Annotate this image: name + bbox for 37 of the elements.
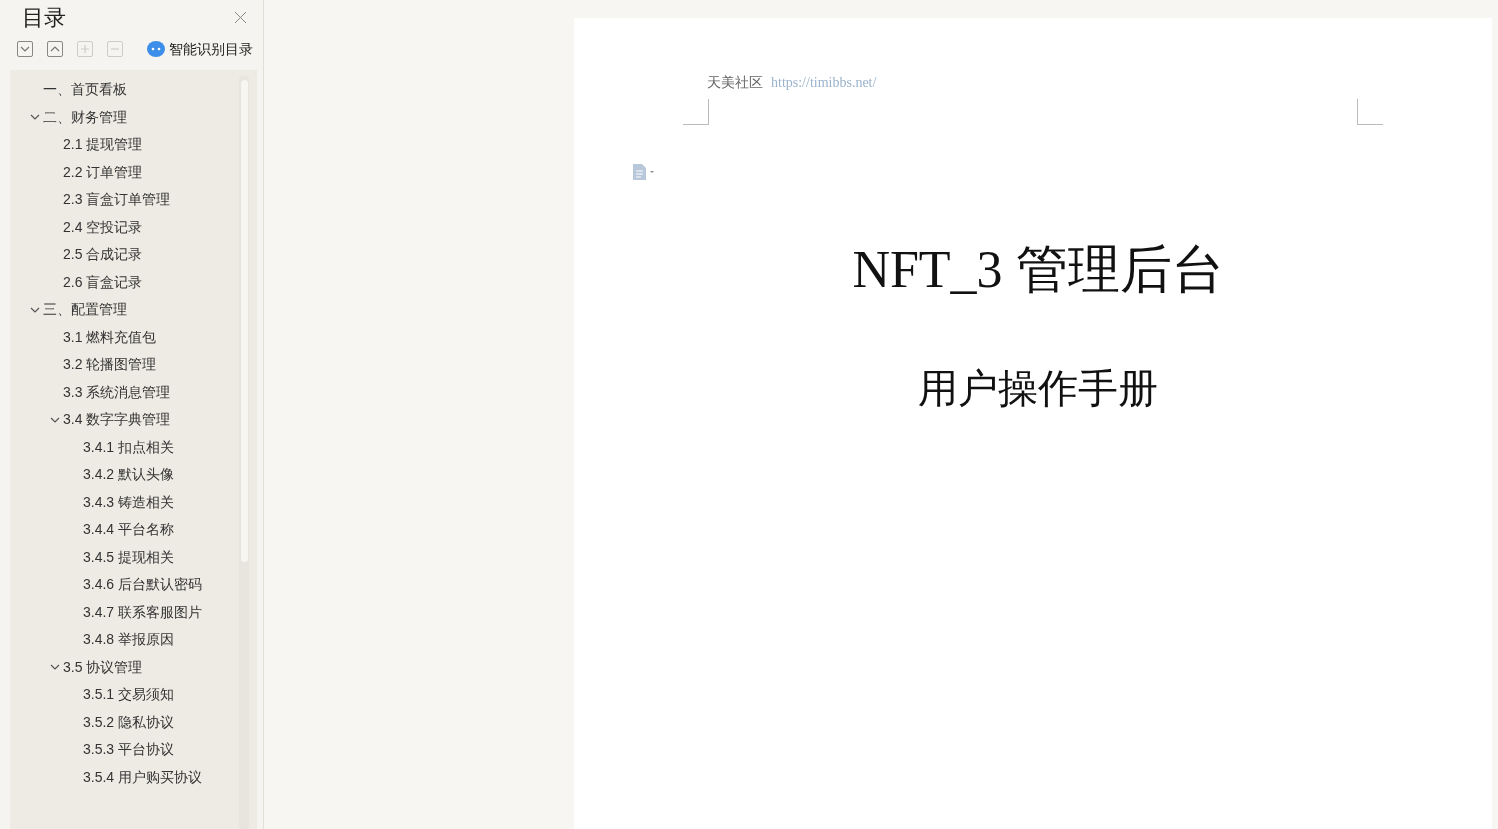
smart-face-icon[interactable]	[147, 41, 165, 57]
toc-item[interactable]: 3.4.8 举报原因	[83, 629, 175, 651]
header-text: 天美社区	[707, 73, 763, 92]
sidebar-title: 目录	[22, 3, 66, 32]
toc-item[interactable]: 三、配置管理	[43, 299, 127, 321]
crop-mark	[683, 99, 709, 125]
toc-item[interactable]: 3.4.4 平台名称	[83, 519, 175, 541]
toc-item[interactable]: 2.4 空投记录	[63, 216, 143, 238]
toc-item[interactable]: 3.5.4 用户购买协议	[83, 766, 203, 788]
document-title: NFT_3 管理后台	[852, 240, 1224, 300]
smart-toc-button[interactable]: 智能识别目录	[169, 38, 253, 60]
toc-item[interactable]: 2.1 提现管理	[63, 134, 143, 156]
toc-item[interactable]: 3.2 轮播图管理	[63, 354, 157, 376]
collapse-all-icon[interactable]	[17, 41, 33, 57]
toc-item[interactable]: 3.4.6 后台默认密码	[83, 574, 203, 596]
toc-item[interactable]: 3.5.2 隐私协议	[83, 711, 175, 733]
toc-item[interactable]: 3.5 协议管理	[63, 656, 143, 678]
close-icon[interactable]	[234, 10, 247, 24]
toc-item[interactable]: 3.4.2 默认头像	[83, 464, 175, 486]
toc-item[interactable]: 3.4.7 联系客服图片	[83, 601, 203, 623]
toc-item[interactable]: 2.3 盲盒订单管理	[63, 189, 171, 211]
toc-item[interactable]: 2.5 合成记录	[63, 244, 143, 266]
toc-item[interactable]: 一、首页看板	[43, 79, 127, 101]
toc-item[interactable]: 3.4 数字字典管理	[63, 409, 171, 431]
document-subtitle: 用户操作手册	[918, 365, 1158, 413]
crop-mark	[1357, 99, 1383, 125]
toc-item[interactable]: 3.4.3 铸造相关	[83, 491, 175, 513]
toc-item[interactable]: 3.4.5 提现相关	[83, 546, 175, 568]
toc-item[interactable]: 3.3 系统消息管理	[63, 381, 171, 403]
toc-item[interactable]: 二、财务管理	[43, 106, 127, 128]
toc-item[interactable]: 2.6 盲盒记录	[63, 271, 143, 293]
expand-up-icon[interactable]	[47, 41, 63, 57]
toc-item[interactable]: 3.5.3 平台协议	[83, 739, 175, 761]
toc-item[interactable]: 3.1 燃料充值包	[63, 326, 157, 348]
toc-item[interactable]: 3.4.1 扣点相关	[83, 436, 175, 458]
toc-item[interactable]: 3.5.1 交易须知	[83, 684, 175, 706]
toc-item[interactable]: 2.2 订单管理	[63, 161, 143, 183]
